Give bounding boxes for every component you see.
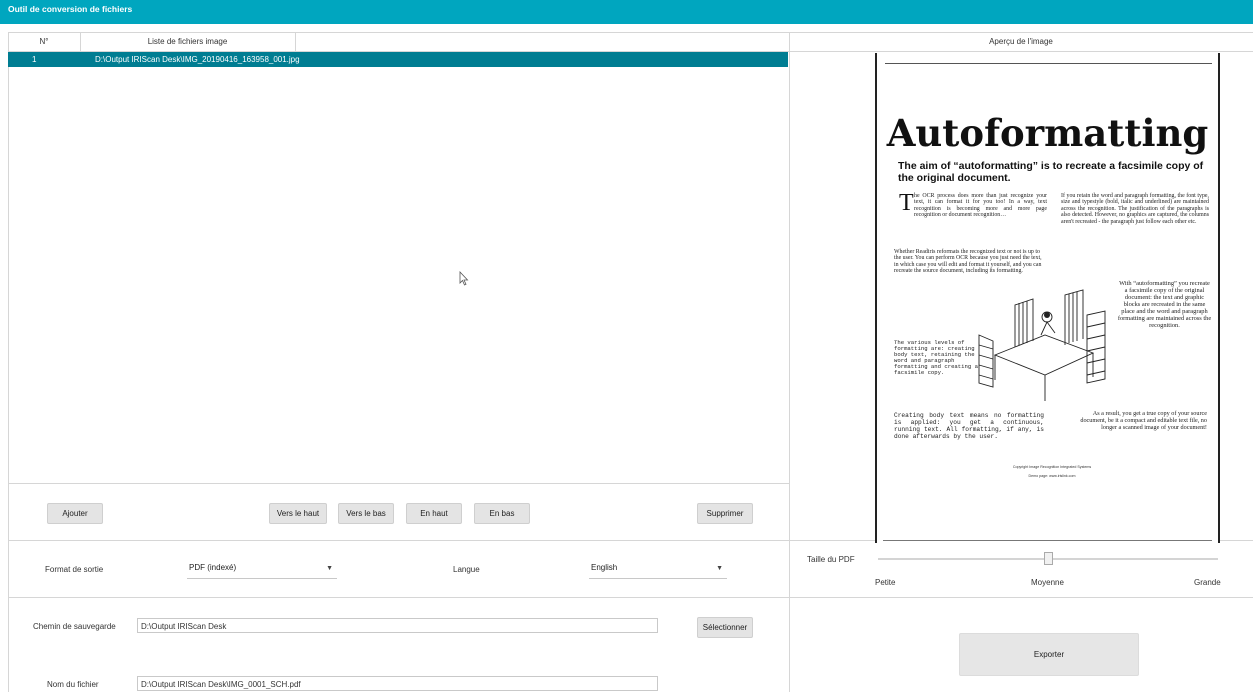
size-small-label: Petite — [875, 578, 896, 587]
page-edge — [885, 63, 1212, 64]
save-path-label: Chemin de sauvegarde — [33, 622, 116, 631]
language-value: English — [591, 563, 618, 572]
doc-text-col1-mono2: Creating body text means no formatting i… — [894, 412, 1044, 440]
mouse-cursor-icon — [459, 271, 469, 286]
divider — [8, 597, 1253, 598]
doc-footer-copyright: Copyright Image Recognition Integrated S… — [1012, 465, 1092, 469]
delete-button[interactable]: Supprimer — [697, 503, 753, 524]
office-desk-illustration — [978, 289, 1106, 401]
add-button[interactable]: Ajouter — [47, 503, 103, 524]
pdf-size-label: Taille du PDF — [807, 555, 855, 564]
title-bar: Outil de conversion de fichiers — [0, 0, 1253, 24]
document-title: Autoformatting — [886, 111, 1209, 155]
filename-input[interactable]: D:\Output IRIScan Desk\IMG_0001_SCH.pdf — [137, 676, 658, 691]
size-large-label: Grande — [1194, 578, 1221, 587]
doc-text-col2-para3: As a result, you get a true copy of your… — [1080, 410, 1207, 431]
export-button[interactable]: Exporter — [959, 633, 1139, 676]
output-format-value: PDF (indexé) — [189, 563, 237, 572]
language-label: Langue — [453, 565, 480, 574]
divider — [789, 32, 790, 692]
output-format-select[interactable]: PDF (indexé) ▼ — [187, 561, 337, 579]
move-down-button[interactable]: Vers le bas — [338, 503, 394, 524]
table-row[interactable]: 1 D:\Output IRIScan Desk\IMG_20190416_16… — [8, 52, 788, 67]
column-header-number[interactable]: N° — [8, 33, 80, 51]
divider — [295, 32, 296, 52]
doc-text-col2-para1: If you retain the word and paragraph for… — [1061, 193, 1209, 225]
drop-cap: T — [899, 190, 914, 216]
language-select[interactable]: English ▼ — [589, 561, 727, 579]
doc-text-col1-para1: he OCR process does more than just recog… — [914, 193, 1047, 219]
move-bottom-button[interactable]: En bas — [474, 503, 530, 524]
row-file-path: D:\Output IRIScan Desk\IMG_20190416_1639… — [95, 55, 300, 64]
divider — [8, 32, 9, 692]
doc-text-col1-para2: Whether Readiris reformats the recognize… — [894, 249, 1042, 275]
doc-footer-demo: Demo page: www.irislink.com — [1028, 474, 1076, 478]
size-medium-label: Moyenne — [1031, 578, 1064, 587]
divider — [8, 483, 789, 484]
window-title: Outil de conversion de fichiers — [8, 4, 133, 14]
output-format-label: Format de sortie — [45, 565, 104, 574]
column-header-files[interactable]: Liste de fichiers image — [80, 33, 295, 51]
move-top-button[interactable]: En haut — [406, 503, 462, 524]
dropdown-arrow-icon: ▼ — [326, 565, 333, 572]
document-preview: Autoformatting The aim of “autoformattin… — [875, 53, 1220, 543]
save-path-input[interactable]: D:\Output IRIScan Desk — [137, 618, 658, 633]
row-number: 1 — [32, 55, 37, 64]
slider-thumb[interactable] — [1044, 552, 1053, 565]
dropdown-arrow-icon: ▼ — [716, 565, 723, 572]
doc-text-col1-mono1: The various levels of formatting are: cr… — [894, 339, 978, 376]
page-edge — [883, 540, 1212, 541]
filename-label: Nom du fichier — [47, 680, 99, 689]
document-subtitle: The aim of “autoformatting” is to recrea… — [898, 160, 1204, 184]
preview-header: Aperçu de l'image — [989, 37, 1053, 46]
doc-text-col2-para2: With “autoformatting” you recreate a fac… — [1117, 280, 1212, 329]
move-up-button[interactable]: Vers le haut — [269, 503, 327, 524]
select-folder-button[interactable]: Sélectionner — [697, 617, 753, 638]
